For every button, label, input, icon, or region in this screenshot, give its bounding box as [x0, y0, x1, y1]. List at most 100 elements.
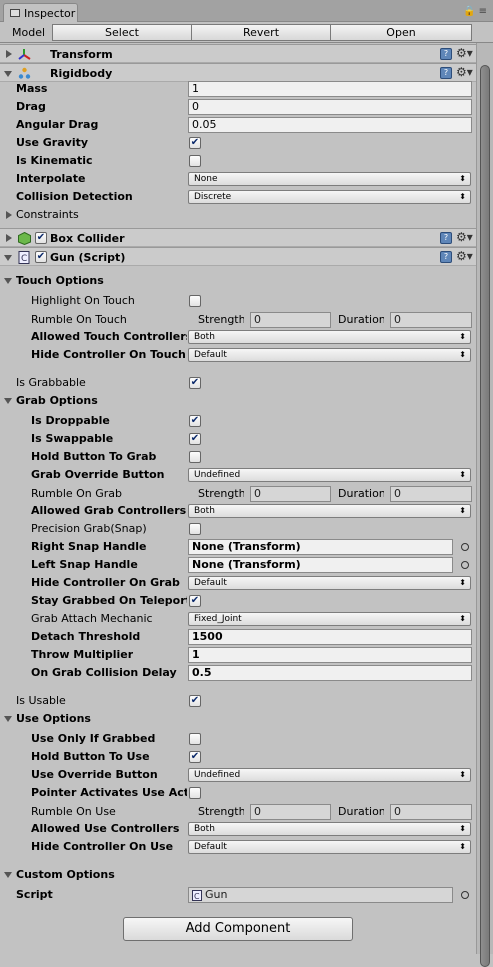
open-button[interactable]: Open — [330, 24, 472, 41]
dropdown-arrow-icon: ⬍ — [459, 614, 466, 623]
hide-controller-on-touch-label: Hide Controller On Touch — [31, 348, 186, 361]
collapse-arrow-icon[interactable] — [4, 398, 12, 404]
help-icon[interactable]: ? — [440, 251, 452, 263]
duration-field[interactable]: 0 — [390, 312, 472, 328]
tab-title: Inspector — [24, 7, 76, 20]
scrollbar-thumb[interactable] — [480, 65, 490, 967]
detach-threshold-field[interactable]: 1500 — [188, 629, 472, 645]
use-override-button-dropdown[interactable]: Undefined ⬍ — [188, 768, 471, 782]
mass-label: Mass — [16, 82, 48, 95]
gear-icon[interactable]: ⚙▾ — [456, 46, 473, 60]
grab-attach-mechanic-label: Grab Attach Mechanic — [31, 612, 153, 625]
object-picker-icon[interactable] — [461, 561, 469, 569]
duration-field[interactable]: 0 — [390, 804, 472, 820]
left-snap-handle-row: Left Snap Handle None (Transform) — [0, 556, 476, 574]
precision-grab-row: Precision Grab(Snap) — [0, 520, 476, 538]
is-droppable-checkbox[interactable]: ✔ — [189, 415, 201, 427]
component-box-collider[interactable]: ✔ Box Collider ? ⚙▾ — [0, 228, 476, 247]
pointer-activates-use-checkbox[interactable] — [189, 787, 201, 799]
right-snap-handle-label: Right Snap Handle — [31, 540, 147, 553]
gear-icon[interactable]: ⚙▾ — [456, 230, 473, 244]
vertical-scrollbar[interactable] — [476, 43, 493, 967]
duration-field[interactable]: 0 — [390, 486, 472, 502]
hold-button-to-use-checkbox[interactable]: ✔ — [189, 751, 201, 763]
gear-icon[interactable]: ⚙▾ — [456, 249, 473, 263]
expand-arrow-icon[interactable] — [6, 234, 12, 242]
is-usable-checkbox[interactable]: ✔ — [189, 695, 201, 707]
collapse-arrow-icon[interactable] — [4, 278, 12, 284]
hide-controller-on-touch-dropdown[interactable]: Default ⬍ — [188, 348, 471, 362]
strength-field[interactable]: 0 — [250, 486, 331, 502]
use-gravity-checkbox[interactable]: ✔ — [189, 137, 201, 149]
on-grab-collision-delay-field[interactable]: 0.5 — [188, 665, 472, 681]
drag-field[interactable]: 0 — [188, 99, 472, 115]
model-toolbar: Model Select Revert Open — [0, 22, 493, 43]
allowed-grab-controllers-dropdown[interactable]: Both ⬍ — [188, 504, 471, 518]
collapse-arrow-icon[interactable] — [4, 716, 12, 722]
script-field[interactable]: Gun — [188, 887, 453, 903]
dropdown-arrow-icon: ⬍ — [459, 470, 466, 479]
object-picker-icon[interactable] — [461, 891, 469, 899]
stay-grabbed-on-teleport-checkbox[interactable]: ✔ — [189, 595, 201, 607]
gun-script-enabled-checkbox[interactable]: ✔ — [35, 251, 47, 263]
select-button[interactable]: Select — [52, 24, 192, 41]
is-kinematic-checkbox[interactable] — [189, 155, 201, 167]
gear-icon[interactable]: ⚙▾ — [456, 65, 473, 79]
collapse-arrow-icon[interactable] — [4, 71, 12, 77]
add-component-button[interactable]: Add Component — [123, 917, 353, 941]
strength-field[interactable]: 0 — [250, 312, 331, 328]
hold-button-to-grab-checkbox[interactable] — [189, 451, 201, 463]
interpolate-dropdown[interactable]: None ⬍ — [188, 172, 471, 186]
hold-button-to-use-row: Hold Button To Use ✔ — [0, 748, 476, 766]
is-grabbable-checkbox[interactable]: ✔ — [189, 377, 201, 389]
hide-controller-on-grab-dropdown[interactable]: Default ⬍ — [188, 576, 471, 590]
allowed-touch-controllers-dropdown[interactable]: Both ⬍ — [188, 330, 471, 344]
component-gun-script[interactable]: C ✔ Gun (Script) ? ⚙▾ — [0, 247, 476, 266]
dropdown-value: None — [194, 174, 218, 184]
expand-arrow-icon[interactable] — [6, 211, 12, 219]
strength-field[interactable]: 0 — [250, 804, 331, 820]
box-collider-enabled-checkbox[interactable]: ✔ — [35, 232, 47, 244]
highlight-on-touch-checkbox[interactable] — [189, 295, 201, 307]
duration-label: Duration — [338, 487, 384, 500]
precision-grab-checkbox[interactable] — [189, 523, 201, 535]
help-icon[interactable]: ? — [440, 67, 452, 79]
angular-drag-field[interactable]: 0.05 — [188, 117, 472, 133]
is-kinematic-row: Is Kinematic — [0, 152, 476, 170]
dropdown-value: Default — [194, 350, 227, 360]
use-options-header[interactable]: Use Options — [0, 710, 476, 728]
constraints-label: Constraints — [16, 208, 79, 221]
use-only-if-grabbed-checkbox[interactable] — [189, 733, 201, 745]
right-snap-handle-field[interactable]: None (Transform) — [188, 539, 453, 555]
collapse-arrow-icon[interactable] — [4, 255, 12, 261]
expand-arrow-icon[interactable] — [6, 50, 12, 58]
grab-options-header[interactable]: Grab Options — [0, 392, 476, 410]
allowed-use-controllers-dropdown[interactable]: Both ⬍ — [188, 822, 471, 836]
throw-multiplier-field[interactable]: 1 — [188, 647, 472, 663]
left-snap-handle-field[interactable]: None (Transform) — [188, 557, 453, 573]
custom-options-header[interactable]: Custom Options — [0, 866, 476, 884]
grab-override-button-dropdown[interactable]: Undefined ⬍ — [188, 468, 471, 482]
component-title: Box Collider — [50, 232, 125, 245]
rumble-on-use-row: Rumble On Use Strength 0 Duration 0 — [0, 803, 476, 821]
script-value: Gun — [205, 888, 228, 901]
collapse-arrow-icon[interactable] — [4, 872, 12, 878]
object-picker-icon[interactable] — [461, 543, 469, 551]
help-icon[interactable]: ? — [440, 48, 452, 60]
collision-detection-dropdown[interactable]: Discrete ⬍ — [188, 190, 471, 204]
is-usable-label: Is Usable — [16, 694, 66, 707]
touch-options-header[interactable]: Touch Options — [0, 272, 476, 290]
grab-attach-mechanic-dropdown[interactable]: Fixed_Joint ⬍ — [188, 612, 471, 626]
strength-label: Strength — [198, 487, 244, 500]
lock-menu-icon[interactable]: 🔒 ≡ — [463, 6, 487, 17]
help-icon[interactable]: ? — [440, 232, 452, 244]
component-transform[interactable]: Transform ? ⚙▾ — [0, 44, 476, 63]
mass-field[interactable]: 1 — [188, 81, 472, 97]
tab-inspector[interactable]: Inspector — [3, 3, 78, 22]
is-swappable-checkbox[interactable]: ✔ — [189, 433, 201, 445]
hide-controller-on-grab-row: Hide Controller On Grab Default ⬍ — [0, 574, 476, 592]
is-droppable-label: Is Droppable — [31, 414, 110, 427]
hide-controller-on-use-dropdown[interactable]: Default ⬍ — [188, 840, 471, 854]
constraints-row[interactable]: Constraints — [0, 206, 476, 224]
revert-button[interactable]: Revert — [191, 24, 331, 41]
